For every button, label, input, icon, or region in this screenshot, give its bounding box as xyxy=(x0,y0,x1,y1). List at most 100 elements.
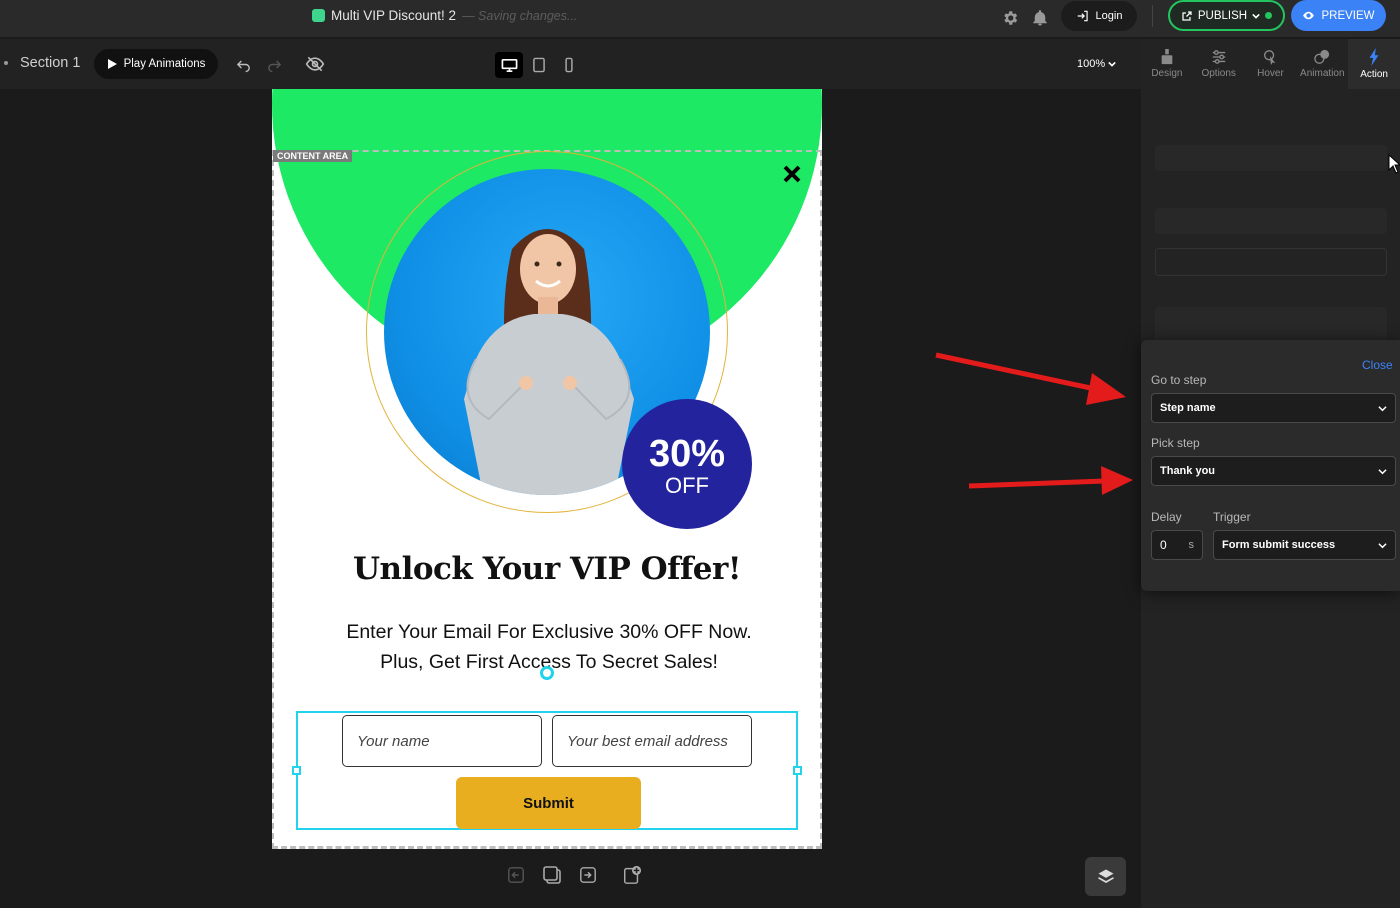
delay-unit: s xyxy=(1188,539,1195,551)
section-selector[interactable]: Section 1 xyxy=(4,55,80,71)
arrow-left-box-icon xyxy=(508,867,524,883)
delay-label: Delay xyxy=(1151,510,1182,524)
goto-step-value: Step name xyxy=(1160,402,1216,414)
trigger-value: Form submit success xyxy=(1222,539,1336,551)
desktop-icon xyxy=(501,58,517,72)
submit-button[interactable]: Submit xyxy=(456,777,641,829)
tab-animation-label: Animation xyxy=(1300,68,1345,79)
step-next-button[interactable] xyxy=(574,860,602,890)
faded-button xyxy=(1155,248,1387,276)
tab-animation[interactable]: Animation xyxy=(1296,39,1348,89)
subtext-line: Enter Your Email For Exclusive 30% OFF N… xyxy=(346,621,752,643)
copy-icon xyxy=(543,866,561,884)
close-icon[interactable] xyxy=(780,162,804,186)
goto-step-select[interactable]: Step name xyxy=(1151,393,1396,423)
chevron-down-icon xyxy=(1378,542,1387,548)
goto-step-popover: Close Go to step Step name Pick step Tha… xyxy=(1141,340,1400,591)
chevron-down-icon xyxy=(1378,405,1387,411)
redo-icon[interactable] xyxy=(263,53,285,75)
chevron-down-icon xyxy=(1378,468,1387,474)
discount-badge[interactable]: 30% OFF xyxy=(622,399,752,529)
top-bar: Multi VIP Discount! 2 — Saving changes..… xyxy=(0,0,1400,38)
login-icon xyxy=(1077,10,1088,22)
faded-card xyxy=(1155,307,1387,343)
eye-icon xyxy=(1303,11,1315,20)
tablet-icon xyxy=(533,57,545,73)
tab-action[interactable]: Action xyxy=(1348,39,1400,89)
optin-form[interactable]: Your name Your best email address Submit xyxy=(292,711,802,830)
popup-canvas: CONTENT AREA 30% OFF Unlock Your VIP Off… xyxy=(272,89,822,849)
email-input[interactable]: Your best email address xyxy=(552,715,752,767)
zoom-dropdown[interactable]: 100% xyxy=(1077,58,1116,70)
red-arrow-icon xyxy=(935,352,1126,405)
resize-handle[interactable] xyxy=(292,766,301,775)
resize-handle[interactable] xyxy=(793,766,802,775)
step-prev-button[interactable] xyxy=(502,860,530,890)
tab-hover-label: Hover xyxy=(1257,68,1284,79)
layers-button[interactable] xyxy=(1085,857,1126,896)
step-navigation xyxy=(502,860,646,890)
publish-button[interactable]: PUBLISH xyxy=(1168,0,1285,31)
pick-step-value: Thank you xyxy=(1160,465,1216,477)
document-icon xyxy=(312,9,325,22)
document-title[interactable]: Multi VIP Discount! 2 — Saving changes..… xyxy=(312,8,577,23)
play-icon xyxy=(107,59,117,69)
published-status-dot xyxy=(1265,12,1273,19)
pick-step-label: Pick step xyxy=(1151,436,1200,450)
tab-action-label: Action xyxy=(1360,69,1388,80)
mobile-icon xyxy=(565,57,573,73)
add-page-icon xyxy=(624,865,642,884)
tab-options-label: Options xyxy=(1201,68,1236,79)
name-input[interactable]: Your name xyxy=(342,715,542,767)
document-title-text: Multi VIP Discount! 2 xyxy=(331,8,457,23)
arrow-right-box-icon xyxy=(580,867,596,883)
cursor-icon xyxy=(1264,50,1276,65)
layers-icon xyxy=(1097,869,1114,883)
mobile-view-button[interactable] xyxy=(555,52,583,78)
delay-value: 0 xyxy=(1160,538,1167,552)
login-button[interactable]: Login xyxy=(1061,1,1137,31)
tab-hover[interactable]: Hover xyxy=(1245,39,1297,89)
external-link-icon xyxy=(1182,10,1192,21)
content-area-tag: CONTENT AREA xyxy=(273,150,353,162)
desktop-view-button[interactable] xyxy=(495,52,523,78)
faded-select xyxy=(1155,208,1387,234)
pick-step-select[interactable]: Thank you xyxy=(1151,456,1396,486)
red-arrow-icon xyxy=(968,466,1133,495)
bell-icon[interactable] xyxy=(1029,7,1051,29)
preview-button[interactable]: PREVIEW xyxy=(1291,0,1386,31)
tab-design-label: Design xyxy=(1151,68,1183,79)
tab-design[interactable]: Design xyxy=(1141,39,1193,89)
play-animations-button[interactable]: Play Animations xyxy=(94,49,218,79)
divider xyxy=(1152,5,1153,27)
step-duplicate-button[interactable] xyxy=(538,860,566,890)
trigger-label: Trigger xyxy=(1213,510,1251,524)
close-link[interactable]: Close xyxy=(1362,358,1393,372)
sliders-icon xyxy=(1212,50,1225,64)
panel-tabs: Design Options Hover Animation Action xyxy=(1141,39,1400,89)
editor-toolbar: Section 1 Play Animations 100% xyxy=(0,39,1141,89)
hide-icon[interactable] xyxy=(304,53,326,75)
play-animations-label: Play Animations xyxy=(123,58,206,70)
add-step-button[interactable] xyxy=(618,860,646,890)
chevron-down-icon xyxy=(1252,13,1260,19)
undo-icon[interactable] xyxy=(232,53,254,75)
section-label: Section 1 xyxy=(20,55,81,71)
badge-off: OFF xyxy=(665,472,709,498)
badge-percent: 30% xyxy=(648,432,726,475)
tablet-view-button[interactable] xyxy=(525,52,553,78)
chevron-down-icon xyxy=(1108,61,1116,67)
paint-brush-icon xyxy=(1161,49,1173,65)
publish-label: PUBLISH xyxy=(1197,9,1248,22)
animation-icon xyxy=(1314,49,1330,64)
rotate-handle[interactable] xyxy=(540,666,554,680)
saving-status: — Saving changes... xyxy=(462,8,578,23)
gear-icon[interactable] xyxy=(999,7,1021,29)
headline[interactable]: Unlock Your VIP Offer! xyxy=(272,551,822,587)
tab-options[interactable]: Options xyxy=(1193,39,1245,89)
lightning-icon xyxy=(1369,48,1379,66)
delay-input[interactable]: 0 s xyxy=(1151,530,1203,560)
trigger-select[interactable]: Form submit success xyxy=(1213,530,1396,560)
goto-step-label: Go to step xyxy=(1151,373,1207,387)
mouse-cursor-icon xyxy=(1388,154,1400,174)
